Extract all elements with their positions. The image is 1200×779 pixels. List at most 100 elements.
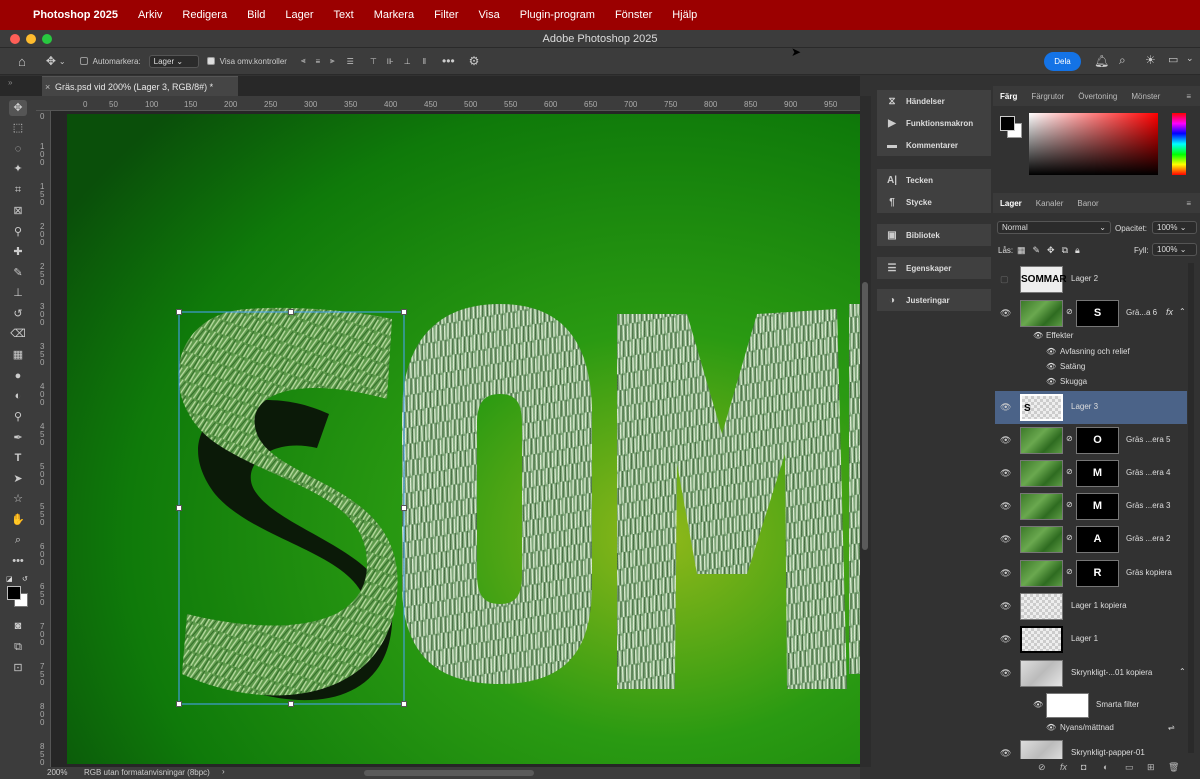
menu-app-name[interactable]: Photoshop 2025	[33, 9, 118, 21]
transform-handle[interactable]	[176, 701, 182, 707]
layer-name[interactable]: Grä...a 6	[1126, 308, 1157, 317]
crop-tool-icon[interactable]: ⌗	[9, 182, 27, 198]
transform-handle[interactable]	[288, 701, 294, 707]
bell-icon[interactable]: 🔔︎	[1094, 54, 1109, 68]
menu-bild[interactable]: Bild	[247, 9, 265, 21]
layer-name[interactable]: Lager 1	[1071, 634, 1098, 643]
chevron-right-icon[interactable]: ›	[222, 767, 225, 776]
panel-menu-icon[interactable]: ≡	[1179, 199, 1198, 208]
align-top-icon[interactable]: ⊤	[370, 57, 377, 66]
shape-tool-icon[interactable]: ☆	[9, 491, 27, 507]
add-mask-icon[interactable]: ◘	[1081, 762, 1086, 772]
chevron-down-icon[interactable]: ⌄	[1186, 53, 1194, 64]
tab-overtoning[interactable]: Övertoning	[1071, 92, 1124, 101]
link-icon[interactable]: ⊘	[1066, 467, 1073, 476]
align-center-icon[interactable]: ≡	[315, 57, 320, 66]
effect-item[interactable]: Avfasning och relief	[1060, 347, 1130, 356]
zoom-tool-icon[interactable]: ⌕	[9, 532, 27, 548]
show-transform-checkbox[interactable]	[206, 57, 215, 65]
lightbulb-icon[interactable]: ☀	[1145, 53, 1156, 67]
brush-tool-icon[interactable]: ✎	[9, 265, 27, 281]
link-icon[interactable]: ⊘	[1066, 567, 1073, 576]
transform-handle[interactable]	[176, 505, 182, 511]
layer-row[interactable]: 👁︎ ⊘ O Gräs ...era 5	[995, 424, 1187, 457]
menu-filter[interactable]: Filter	[434, 9, 458, 21]
stamp-tool-icon[interactable]: ⊥	[9, 285, 27, 301]
panel-bibliotek[interactable]: ▣ Bibliotek	[877, 224, 991, 246]
align-right-icon[interactable]: ⫸	[330, 56, 335, 66]
gradient-tool-icon[interactable]: ▦	[9, 347, 27, 363]
menu-plugin[interactable]: Plugin-program	[520, 9, 595, 21]
menu-fonster[interactable]: Fönster	[615, 9, 652, 21]
layer-name[interactable]: Lager 1 kopiera	[1071, 601, 1127, 610]
horizontal-scrollbar[interactable]	[364, 770, 534, 776]
panel-kommentarer[interactable]: ▬ Kommentarer	[877, 134, 991, 156]
visibility-toggle[interactable]: ▢	[1000, 274, 1009, 285]
layer-name[interactable]: Gräs ...era 4	[1126, 468, 1170, 477]
color-picker-field[interactable]	[1029, 113, 1158, 175]
filter-options-icon[interactable]: ⇌	[1168, 723, 1175, 732]
autoselect-checkbox[interactable]	[79, 57, 88, 65]
eye-icon[interactable]: 👁︎	[1000, 468, 1011, 479]
search-icon[interactable]: ⌕	[1119, 53, 1126, 68]
eye-icon[interactable]: 👁︎	[1000, 601, 1011, 612]
transform-handle[interactable]	[401, 505, 407, 511]
eye-icon[interactable]: 👁︎	[1000, 668, 1011, 679]
transform-handle[interactable]	[401, 701, 407, 707]
distribute-vertical-icon[interactable]: ‖	[423, 57, 426, 66]
link-icon[interactable]: ⊘	[1066, 500, 1073, 509]
fill-field[interactable]: 100% ⌄	[1152, 243, 1197, 256]
layer-row[interactable]: ▢ SOMMAR Lager 2	[995, 263, 1187, 296]
blend-mode-dropdown[interactable]: Normal ⌄	[997, 221, 1111, 234]
eye-icon[interactable]: 👁︎	[1000, 634, 1011, 645]
menu-visa[interactable]: Visa	[479, 9, 500, 21]
eye-icon[interactable]: 👁︎	[1000, 402, 1011, 413]
healing-brush-icon[interactable]: ✚	[9, 244, 27, 260]
lock-icons[interactable]: ▦✎✥⧉🔒︎	[1017, 245, 1087, 256]
vertical-scrollbar[interactable]	[860, 96, 871, 767]
group-folder-icon[interactable]: ▭	[1125, 762, 1134, 773]
layer-row[interactable]: 👁︎ Skrynkligt-...01 kopiera ⌃	[995, 657, 1187, 690]
new-layer-icon[interactable]: ⊞	[1147, 762, 1155, 773]
swap-colors-icon[interactable]: ↺	[22, 575, 28, 583]
zoom-level[interactable]: 200%	[47, 768, 67, 777]
hue-slider[interactable]	[1172, 113, 1186, 175]
frame-tool-icon[interactable]: ⊠	[9, 203, 27, 219]
lasso-tool-icon[interactable]: ◌	[9, 141, 27, 157]
layer-name[interactable]: Skrynkligt-...01 kopiera	[1071, 668, 1152, 677]
path-selection-icon[interactable]: ➤	[9, 471, 27, 487]
transform-handle[interactable]	[176, 309, 182, 315]
layer-row[interactable]: 👁︎ ⊘ R Gräs kopiera	[995, 557, 1187, 590]
magic-wand-icon[interactable]: ✦	[9, 161, 27, 177]
eye-icon[interactable]: 👁︎	[1000, 748, 1011, 759]
eye-icon[interactable]: 👁︎	[1000, 534, 1011, 545]
share-button[interactable]: Dela	[1044, 52, 1081, 71]
layer-name[interactable]: Skrynkligt-papper-01	[1071, 748, 1145, 757]
document-canvas[interactable]	[67, 114, 860, 764]
workspace-icon[interactable]: ▭	[1168, 53, 1178, 66]
tab-lager[interactable]: Lager	[993, 199, 1029, 208]
link-icon[interactable]: ⊘	[1066, 533, 1073, 542]
smart-filter-item-eye-icon[interactable]: 👁︎	[1046, 723, 1056, 732]
layers-scrollbar[interactable]	[1188, 263, 1194, 753]
align-bottom-icon[interactable]: ⊥	[404, 57, 411, 66]
marquee-tool-icon[interactable]: ⬚	[9, 120, 27, 136]
layer-row[interactable]: 👁︎ ⊘ M Gräs ...era 3	[995, 490, 1187, 523]
smart-filter-eye-icon[interactable]: 👁︎	[1033, 700, 1043, 709]
layer-mask-thumbnail[interactable]: R	[1076, 560, 1119, 587]
blur-tool-icon[interactable]: ●	[9, 368, 27, 384]
menu-arkiv[interactable]: Arkiv	[138, 9, 162, 21]
more-options-icon[interactable]: •••	[442, 54, 455, 68]
tab-banor[interactable]: Banor	[1070, 199, 1105, 208]
eyedropper-icon[interactable]: ⚲	[9, 224, 27, 240]
home-icon[interactable]: ⌂	[18, 54, 26, 69]
close-window-button[interactable]	[10, 34, 20, 44]
align-middle-icon[interactable]: ⊪	[387, 57, 394, 66]
layer-name[interactable]: Lager 3	[1071, 402, 1098, 411]
layer-mask-thumbnail[interactable]: O	[1076, 427, 1119, 454]
type-tool-icon[interactable]: T	[9, 450, 27, 466]
chevron-up-icon[interactable]: ⌃	[1179, 307, 1186, 316]
effect-eye-icon[interactable]: 👁︎	[1046, 347, 1056, 356]
panel-stycke[interactable]: ¶ Stycke	[877, 191, 991, 213]
fx-badge[interactable]: fx	[1166, 307, 1173, 317]
